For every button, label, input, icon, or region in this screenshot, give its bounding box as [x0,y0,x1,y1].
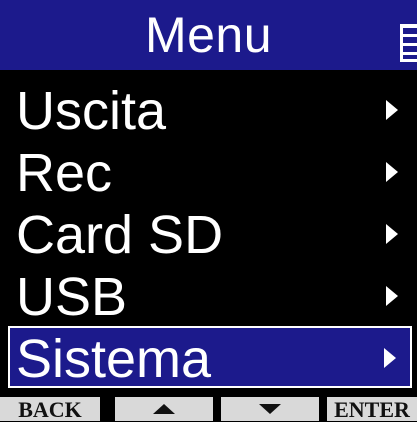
softkey-bar: BACK ENTER [0,397,417,422]
down-button[interactable] [221,397,319,421]
menu-item-label: Rec [16,143,113,203]
chevron-right-icon [384,348,396,368]
chevron-right-icon [386,100,398,120]
up-button[interactable] [115,397,213,421]
list-icon [400,24,417,62]
chevron-right-icon [386,286,398,306]
page-title: Menu [144,7,273,63]
chevron-right-icon [386,162,398,182]
triangle-down-icon [259,404,281,414]
menu-item-label: USB [16,267,128,327]
title-bar: Menu [0,0,417,70]
enter-button[interactable]: ENTER [327,397,417,422]
menu-item-sistema[interactable]: Sistema [8,326,412,388]
device-screen: Menu Uscita Rec Card SD USB Sistema BACK… [0,0,417,422]
menu-item-card-sd[interactable]: Card SD [0,204,412,266]
menu-item-label: Uscita [16,81,167,141]
back-button[interactable]: BACK [0,397,100,422]
chevron-right-icon [386,224,398,244]
menu-item-label: Card SD [16,205,224,265]
menu-item-label: Sistema [16,329,212,389]
menu-item-rec[interactable]: Rec [0,142,412,204]
menu-list: Uscita Rec Card SD USB Sistema [0,80,417,395]
menu-item-uscita[interactable]: Uscita [0,80,412,142]
menu-item-usb[interactable]: USB [0,266,412,328]
triangle-up-icon [153,404,175,414]
